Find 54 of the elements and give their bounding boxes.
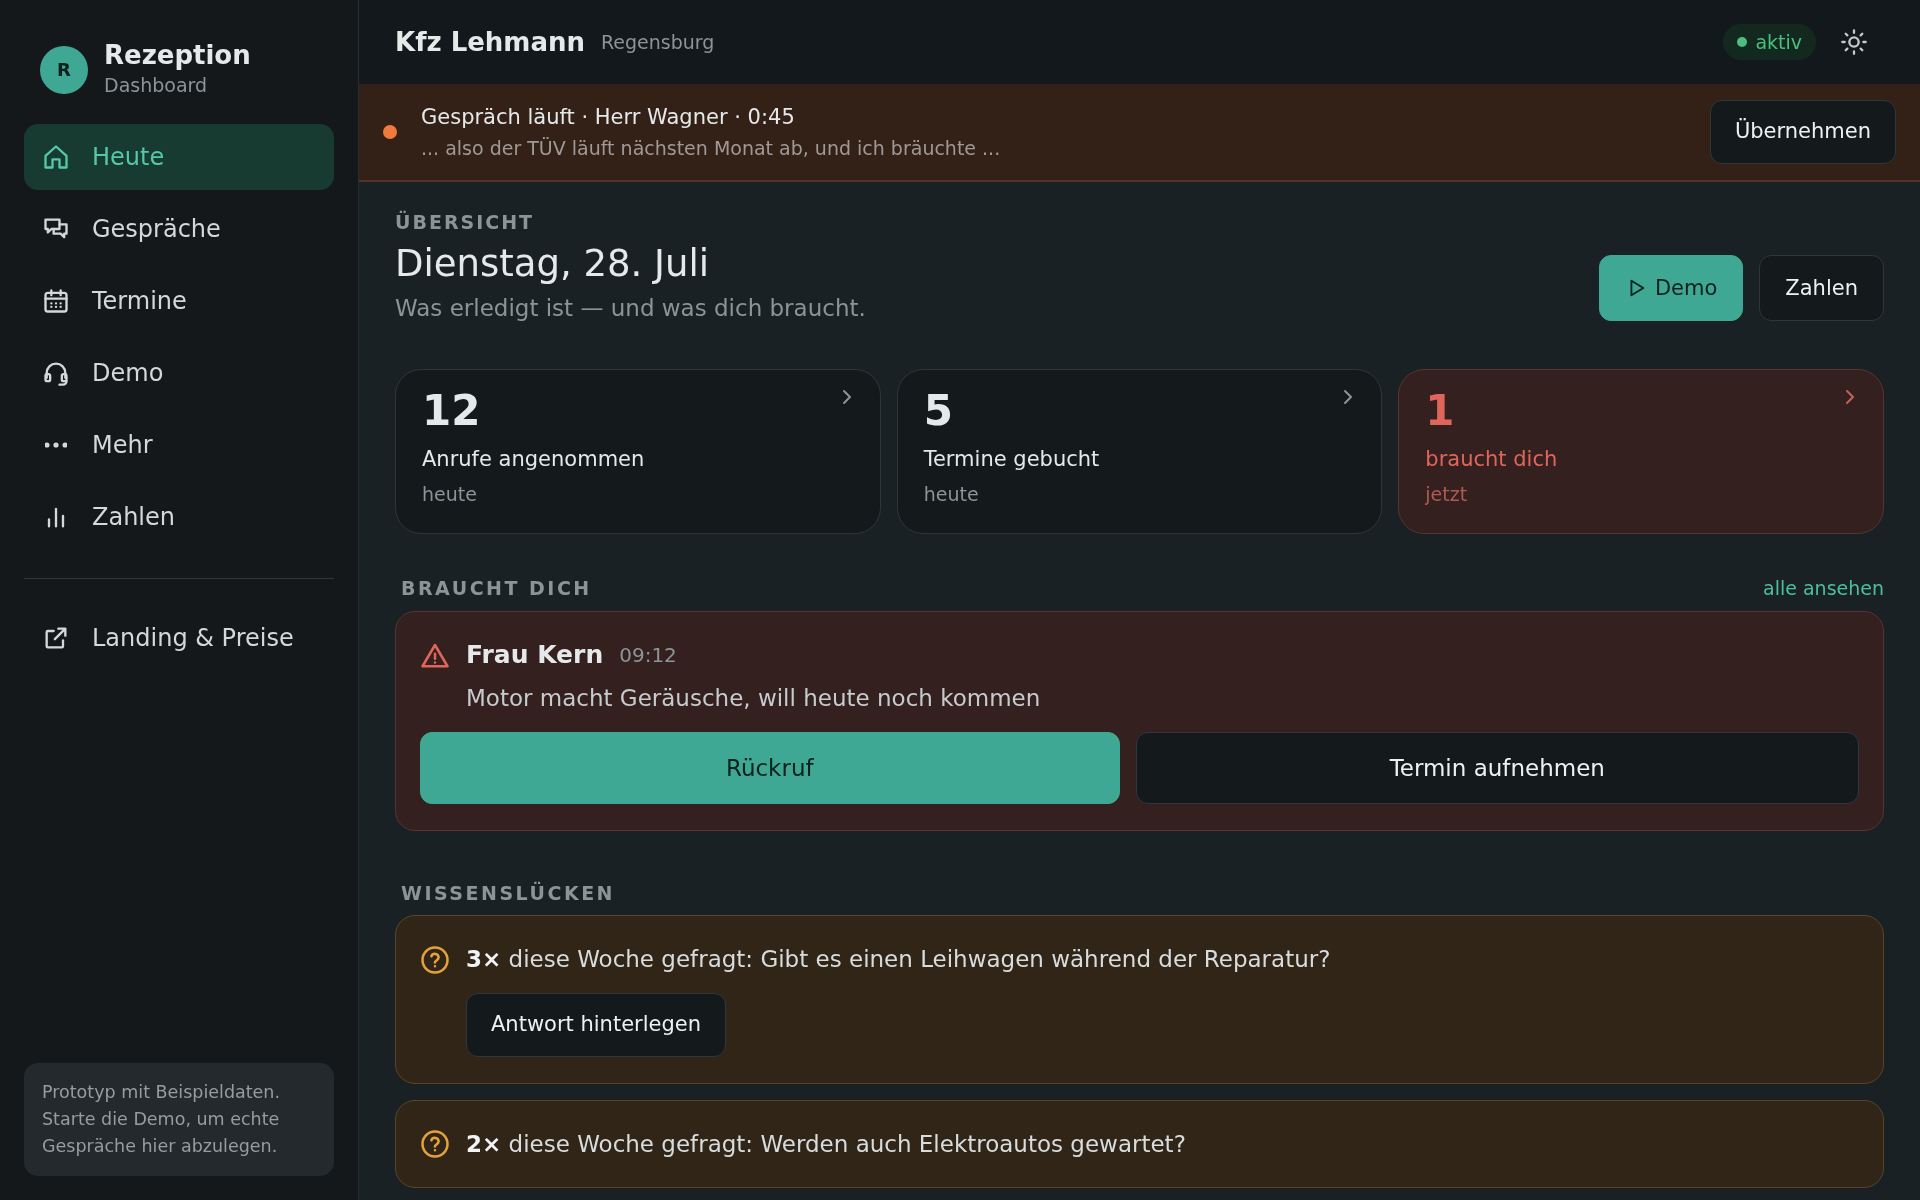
status-pill: aktiv [1723, 23, 1816, 61]
nav-link[interactable]: Landing & Preise [24, 604, 334, 671]
nav-item[interactable]: Gespräche [24, 195, 334, 262]
nav-item[interactable]: Mehr [24, 411, 334, 478]
call-transcript: ... also der TÜV läuft nächsten Monat ab, und ich bräuchte ... [421, 135, 1002, 161]
call-time: 09:12 [619, 641, 677, 669]
question-text: 3× diese Woche gefragt: Gibt es einen Leihwagen während der Reparatur? [466, 945, 1331, 975]
stat-period: heute [422, 481, 478, 507]
nav-item[interactable]: Demo [24, 339, 334, 406]
callback-button[interactable]: Rückruf [420, 731, 1120, 804]
stat-card[interactable]: 12 Anrufe angenommen heute [395, 369, 881, 535]
stats-button[interactable]: Zahlen [1759, 255, 1884, 322]
call-message: Motor macht Geräusche, will heute noch kommen [465, 684, 1042, 714]
calendar-icon [42, 286, 70, 315]
home-icon [42, 142, 70, 171]
chevron-right-icon [1843, 388, 1857, 407]
demo-button[interactable]: Demo [1598, 255, 1744, 322]
answer-button[interactable]: Antwort hinterlegen [466, 992, 727, 1057]
stat-label: Anrufe angenommen [422, 446, 646, 474]
section-eyebrow: ÜBERSICHT [395, 209, 536, 235]
theme-toggle[interactable] [1840, 28, 1868, 56]
location-label: Regensburg [601, 29, 715, 55]
app-title: Rezeption [104, 40, 251, 72]
stat-value: 5 [923, 388, 953, 435]
page-title: Dienstag, 28. Juli [395, 240, 710, 287]
question-icon [420, 1129, 450, 1159]
section-heading: BRAUCHT DICH [400, 576, 592, 602]
question-icon [420, 944, 450, 975]
call-title: Gespräch läuft · Herr Wagner · 0:45 [421, 104, 796, 131]
question-text: 2× diese Woche gefragt: Werden auch Elektroautos gewartet? [466, 1129, 1186, 1159]
avatar: R [40, 45, 88, 94]
sun-icon [1840, 28, 1868, 56]
stat-value: 1 [1425, 388, 1455, 435]
appointment-button[interactable]: Termin aufnehmen [1135, 731, 1859, 804]
prototype-note: Prototyp mit Beispieldaten. Starte die Demo, um echte Gespräche hier abzulegen. [24, 1062, 334, 1176]
live-indicator [383, 125, 397, 139]
stat-label: braucht dich [1425, 446, 1559, 474]
take-over-button[interactable]: Übernehmen [1709, 100, 1896, 164]
stat-period: heute [923, 481, 980, 507]
stat-card[interactable]: 1 braucht dich jetzt [1398, 369, 1884, 535]
caller-name: Frau Kern [466, 638, 604, 671]
nav-item[interactable]: Zahlen [24, 483, 334, 550]
stat-value: 12 [422, 388, 481, 435]
stat-label: Termine gebucht [923, 446, 1101, 474]
stat-card[interactable]: 5 Termine gebucht heute [896, 369, 1383, 535]
app-subtitle: Dashboard [104, 73, 209, 99]
page-subtitle: Was erledigt ist — und was dich braucht. [395, 293, 867, 323]
nav-item[interactable]: Heute [24, 123, 334, 190]
section-heading: WISSENSLÜCKEN [400, 880, 616, 906]
view-all-link[interactable]: alle ansehen [1763, 574, 1884, 603]
company-name: Kfz Lehmann [395, 25, 585, 59]
nav-item[interactable]: Termine [24, 267, 334, 334]
more-dots-icon [45, 441, 67, 448]
stat-period: jetzt [1425, 481, 1469, 507]
